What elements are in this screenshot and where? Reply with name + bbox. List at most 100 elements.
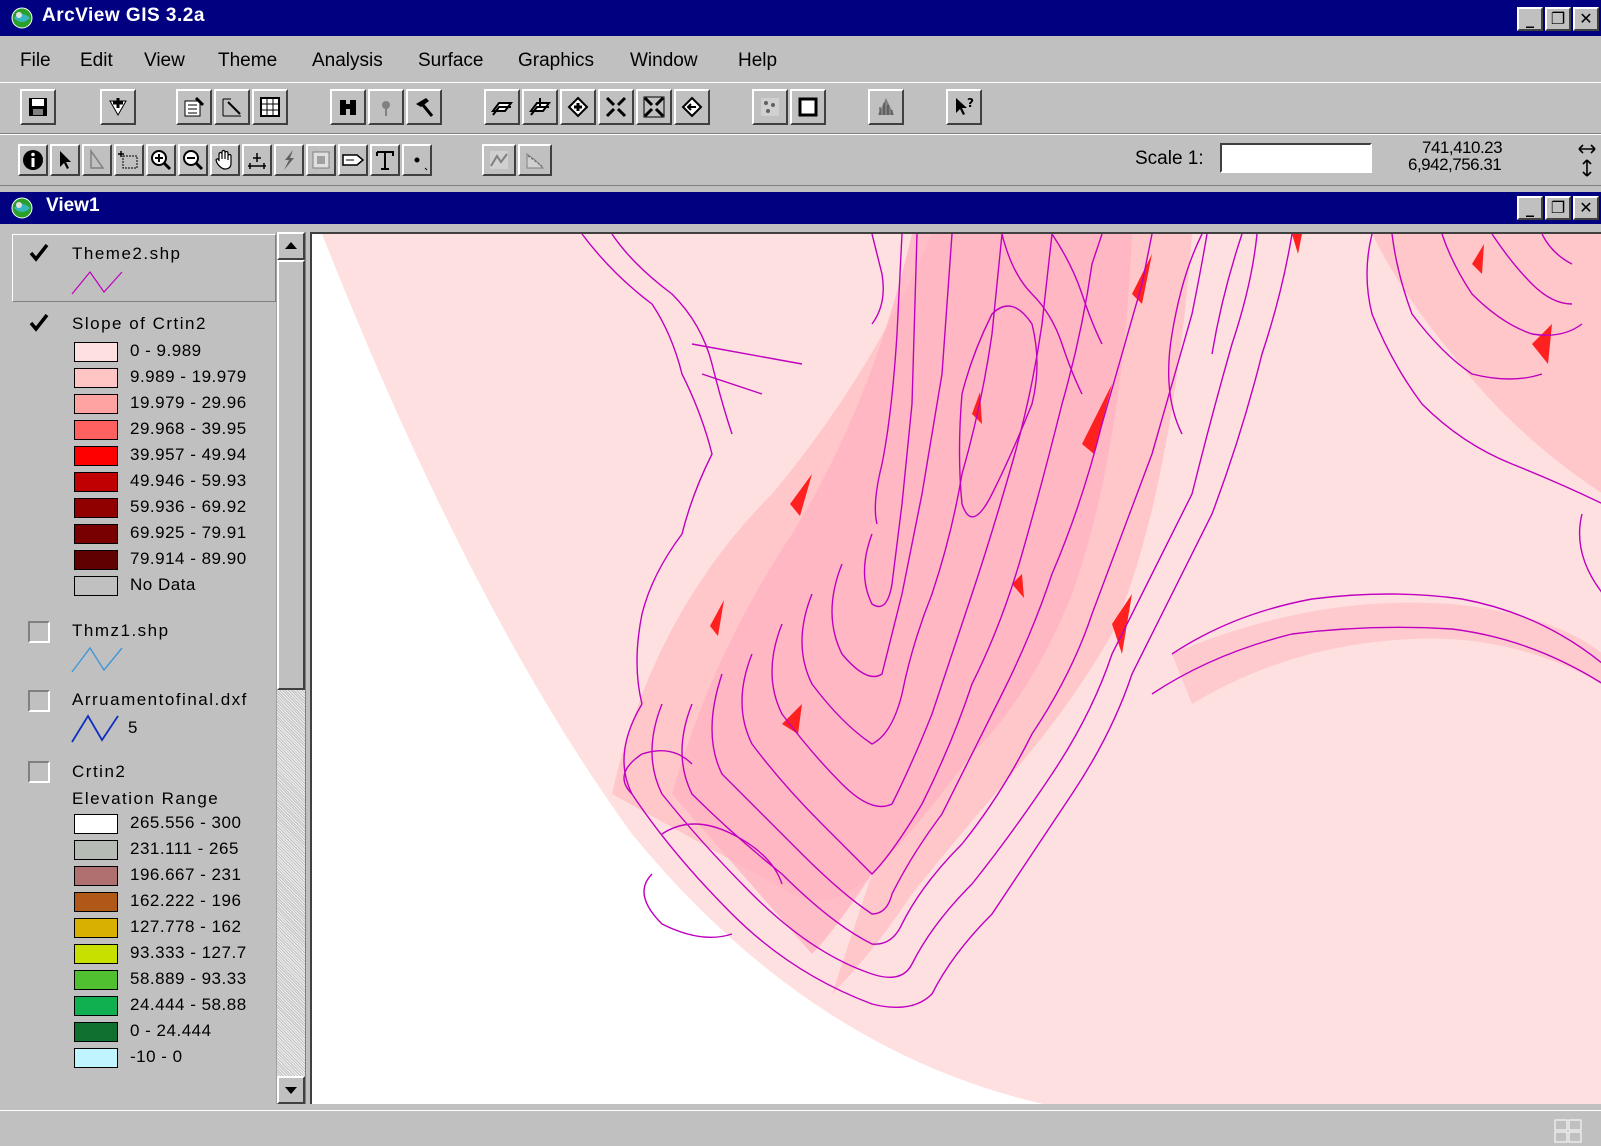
add-theme-icon [109, 98, 127, 117]
zoom-in-arrows-icon [605, 96, 627, 118]
info-icon [23, 150, 43, 170]
legend-class-label: 93.333 - 127.7 [130, 943, 247, 962]
legend-class-label: 0 - 9.989 [130, 341, 202, 360]
arrow-pointer-icon [60, 151, 71, 169]
map-display[interactable] [310, 232, 1601, 1104]
legend-swatch [74, 918, 118, 938]
create-chart-button[interactable] [868, 89, 904, 125]
view-minimize-button[interactable]: _ [1517, 196, 1543, 220]
legend-class-label: 24.444 - 58.88 [130, 995, 247, 1014]
menu-help[interactable]: Help [738, 50, 777, 72]
menu-edit[interactable]: Edit [80, 50, 113, 72]
menu-surface[interactable]: Surface [418, 50, 483, 72]
menu-analysis[interactable]: Analysis [312, 50, 383, 72]
zoom-out-arrows-icon [643, 96, 665, 118]
close-button[interactable]: ✕ [1573, 7, 1599, 31]
pan-tool[interactable] [210, 144, 240, 176]
line-symbol-icon [71, 646, 123, 673]
menu-window[interactable]: Window [630, 50, 698, 72]
restore-button[interactable]: ❐ [1545, 7, 1571, 31]
vertex-edit-tool[interactable] [82, 144, 112, 176]
zoom-out-tool[interactable] [178, 144, 208, 176]
hot-link-tool[interactable] [274, 144, 304, 176]
legend-class-label: 265.556 - 300 [130, 813, 242, 832]
zoom-to-selected-button[interactable] [560, 89, 596, 125]
view-close-button[interactable]: ✕ [1573, 196, 1599, 220]
menu-view[interactable]: View [144, 50, 185, 72]
legend-class-label: No Data [130, 575, 196, 594]
measure-tool[interactable] [242, 144, 272, 176]
text-tool[interactable] [370, 144, 400, 176]
area-of-interest-tool[interactable] [306, 144, 336, 176]
zoom-to-active-themes-button[interactable] [522, 89, 558, 125]
theme-properties-button[interactable] [176, 89, 212, 125]
add-theme-button[interactable] [100, 89, 136, 125]
select-feature-tool[interactable] [114, 144, 144, 176]
theme-visible-checkbox[interactable] [28, 621, 50, 643]
legend-class-label: 69.925 - 79.91 [130, 523, 247, 542]
menu-theme[interactable]: Theme [218, 50, 277, 72]
edit-legend-button[interactable] [214, 89, 250, 125]
legend-scrollbar[interactable] [276, 232, 305, 1104]
full-extent-icon [491, 102, 513, 116]
save-button[interactable] [20, 89, 56, 125]
clear-selection-icon [798, 97, 818, 117]
tool-bar: Scale 1: 741,410.23 6,942,756.31 [0, 134, 1601, 186]
open-attribute-table-button[interactable] [252, 89, 288, 125]
theme-name[interactable]: Arruamentofinal.dxf [72, 690, 248, 710]
select-features-button[interactable] [752, 89, 788, 125]
zoom-in-icon [151, 150, 172, 171]
theme-visible-checkbox[interactable] [28, 690, 50, 712]
find-button[interactable] [330, 89, 366, 125]
view-restore-button[interactable]: ❐ [1545, 196, 1571, 220]
zoom-previous-button[interactable] [674, 89, 710, 125]
theme-visible-checkbox[interactable] [28, 242, 50, 264]
help-button[interactable]: ? [946, 89, 982, 125]
draw-point-tool[interactable] [402, 144, 432, 176]
identify-tool[interactable] [18, 144, 48, 176]
scrollbar-thumb[interactable] [277, 260, 305, 690]
theme-visible-checkbox[interactable] [28, 312, 50, 334]
view-title: View1 [46, 195, 100, 216]
theme-name[interactable]: Thmz1.shp [72, 621, 170, 641]
clear-selection-button[interactable] [790, 89, 826, 125]
zoom-in-tool[interactable] [146, 144, 176, 176]
scroll-up-button[interactable] [277, 232, 305, 260]
legend-class-label: 59.936 - 69.92 [130, 497, 247, 516]
theme-name[interactable]: Slope of Crtin2 [72, 314, 207, 334]
hand-icon [215, 149, 232, 170]
menu-graphics[interactable]: Graphics [518, 50, 594, 72]
legend-panel: Theme2.shp Slope of Crtin2 0 - 9.989 9.98… [10, 232, 306, 1104]
pointer-tool[interactable] [50, 144, 80, 176]
resize-grip-icon[interactable] [1554, 1119, 1582, 1143]
locate-pin-icon [382, 101, 390, 116]
binoculars-icon [340, 100, 356, 115]
label-tool[interactable] [338, 144, 368, 176]
legend-swatch [74, 420, 118, 440]
drape-surface-icon [490, 151, 508, 169]
zoom-in-fixed-button[interactable] [598, 89, 634, 125]
legend-swatch [74, 472, 118, 492]
scale-input[interactable] [1220, 143, 1372, 173]
text-t-icon [376, 151, 394, 170]
zoom-out-fixed-button[interactable] [636, 89, 672, 125]
contour-tool[interactable] [518, 144, 552, 176]
theme-name[interactable]: Theme2.shp [72, 244, 182, 264]
theme-visible-checkbox[interactable] [28, 761, 50, 783]
properties-icon [184, 96, 205, 117]
lightning-icon [284, 150, 294, 170]
map-canvas[interactable] [312, 234, 1601, 1104]
zoom-to-full-extent-button[interactable] [484, 89, 520, 125]
menu-file[interactable]: File [20, 50, 51, 72]
line-symbol-icon [71, 714, 119, 743]
draw-point-icon [414, 157, 428, 171]
theme-sublabel: 5 [128, 718, 138, 737]
legend-class-label: -10 - 0 [130, 1047, 183, 1066]
query-builder-button[interactable] [406, 89, 442, 125]
locate-address-button[interactable] [368, 89, 404, 125]
drape-tool[interactable] [482, 144, 516, 176]
scroll-down-button[interactable] [277, 1076, 305, 1104]
minimize-button[interactable]: _ [1517, 7, 1543, 31]
legend-swatch [74, 866, 118, 886]
theme-name[interactable]: Crtin2 [72, 762, 126, 782]
